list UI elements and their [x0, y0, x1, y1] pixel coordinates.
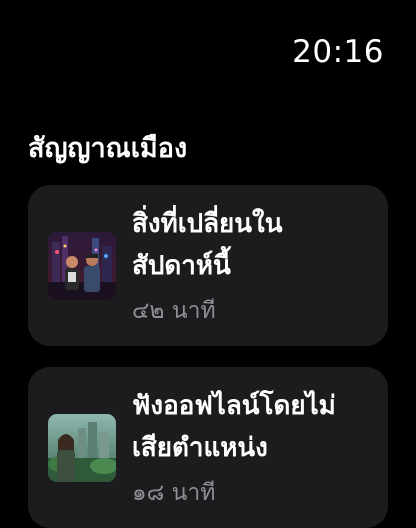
episode-duration: ๔๒ นาที: [132, 298, 216, 324]
episode-card[interactable]: สิ่งที่เปลี่ยนใน สัปดาห์นี้ ๔๒ นาที: [28, 185, 388, 346]
episode-title: สิ่งที่เปลี่ยนใน สัปดาห์นี้: [132, 203, 372, 287]
episode-thumbnail: [48, 232, 116, 300]
episode-card[interactable]: ฟังออฟไลน์โดยไม่ เสียตำแหน่ง ๑๘ นาที: [28, 367, 388, 528]
episode-title-line: สิ่งที่เปลี่ยนใน: [132, 209, 283, 239]
episode-title-line: เสียตำแหน่ง: [132, 433, 268, 463]
episode-thumbnail: [48, 414, 116, 482]
status-time: 20:16: [292, 34, 384, 70]
episode-title-line: ฟังออฟไลน์โดยไม่: [132, 391, 336, 421]
episode-title-line: สัปดาห์นี้: [132, 251, 231, 281]
section-title: สัญญาณเมือง: [28, 133, 188, 164]
episode-duration: ๑๘ นาที: [132, 480, 216, 506]
episode-title: ฟังออฟไลน์โดยไม่ เสียตำแหน่ง: [132, 385, 372, 469]
